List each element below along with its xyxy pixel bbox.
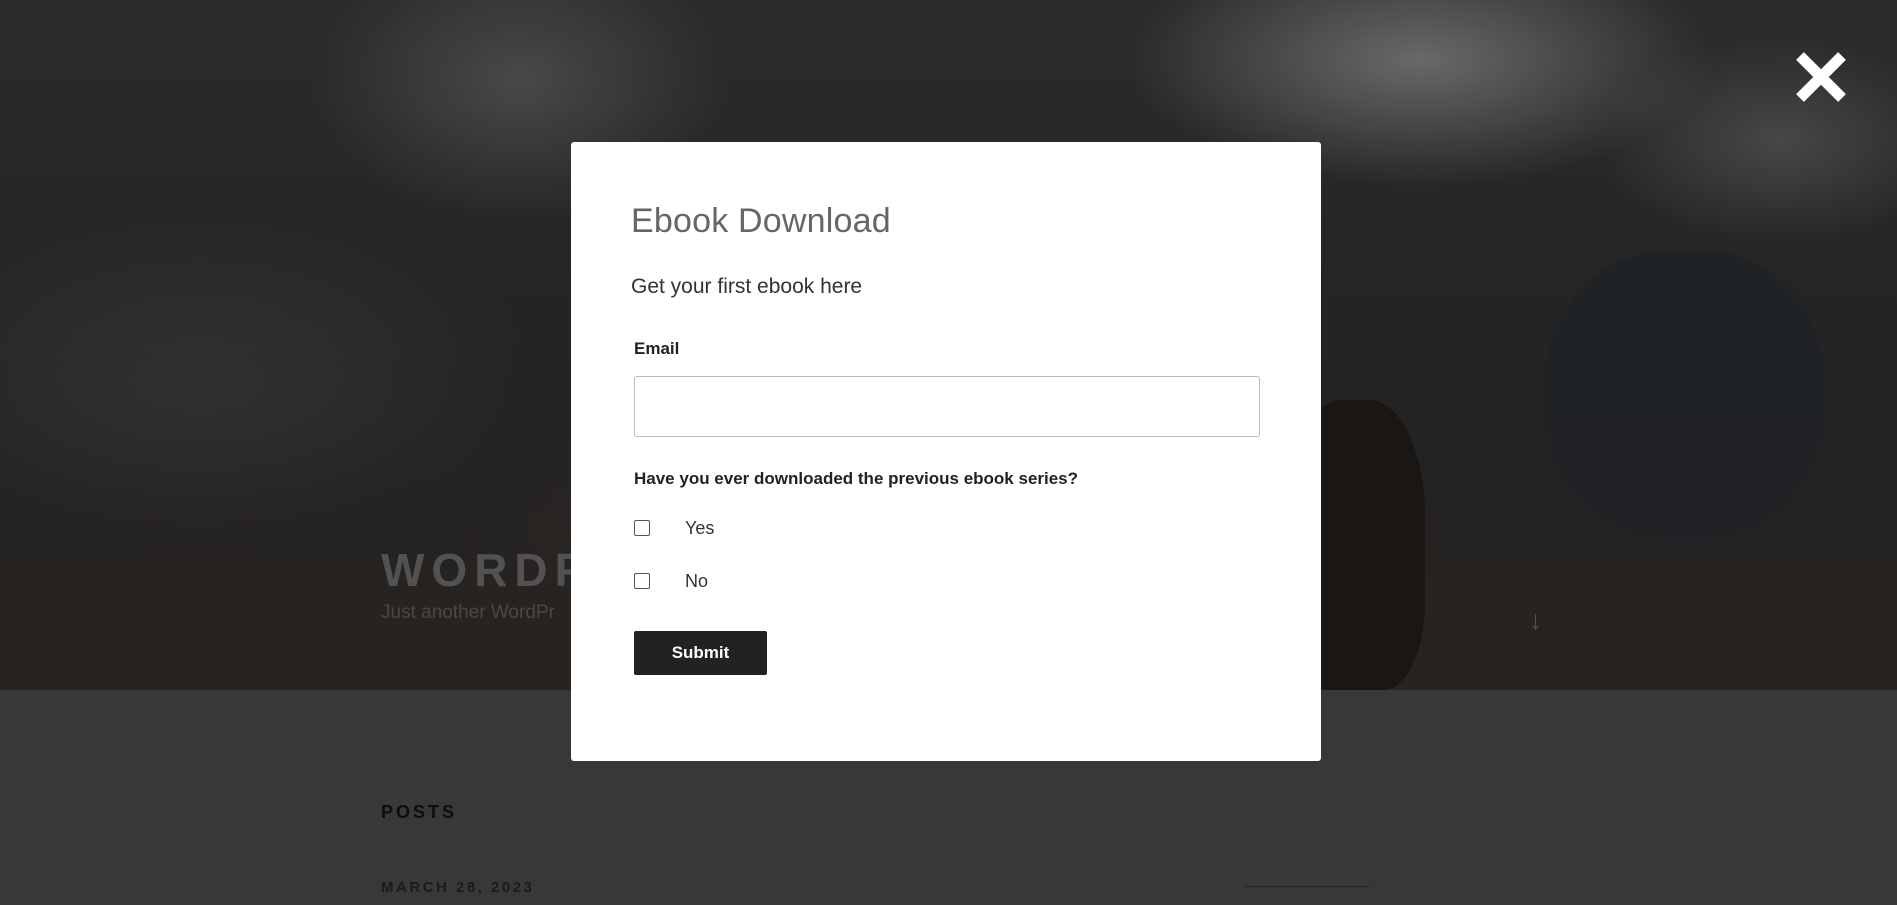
email-field[interactable]: [634, 376, 1260, 437]
option-no[interactable]: No: [634, 569, 708, 593]
question-label: Have you ever downloaded the previous eb…: [634, 469, 1079, 488]
modal-title: Ebook Download: [631, 202, 891, 240]
yes-checkbox[interactable]: [634, 520, 650, 536]
submit-button[interactable]: Submit: [634, 631, 767, 675]
option-no-label: No: [685, 570, 709, 591]
no-checkbox[interactable]: [634, 573, 650, 589]
ebook-download-modal: Ebook Download Get your first ebook here…: [571, 142, 1321, 761]
email-label: Email: [634, 339, 680, 358]
close-icon: [1796, 52, 1846, 102]
option-yes-label: Yes: [685, 517, 715, 538]
option-yes[interactable]: Yes: [634, 516, 714, 540]
modal-subtitle: Get your first ebook here: [631, 275, 863, 298]
close-button[interactable]: [1792, 48, 1850, 106]
